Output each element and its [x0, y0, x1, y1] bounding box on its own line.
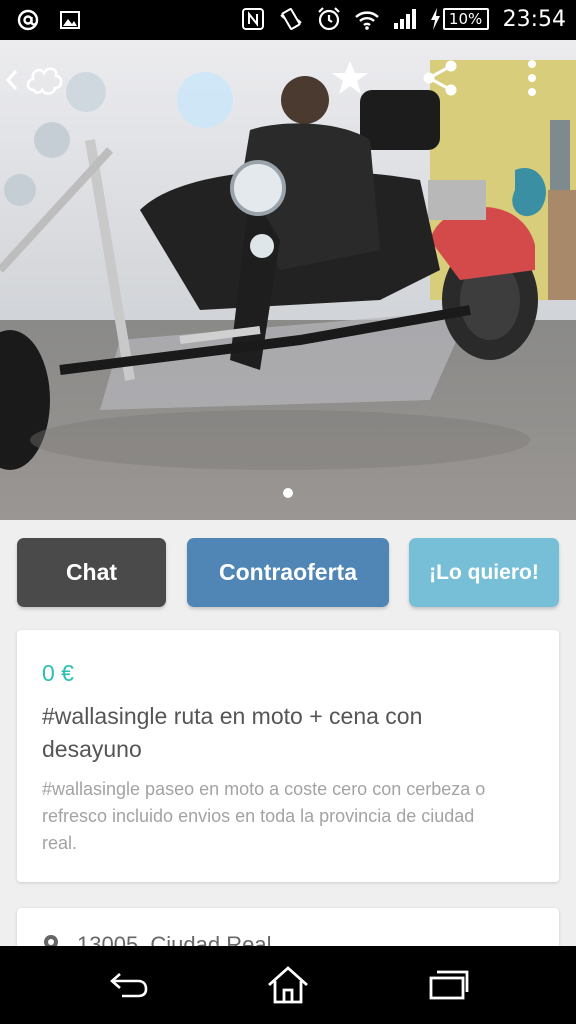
nav-home-button[interactable]	[264, 964, 312, 1006]
status-bar: 10% 23:54	[0, 0, 576, 40]
back-arrow-icon	[5, 70, 18, 90]
product-photo-carousel[interactable]	[0, 40, 576, 520]
nfc-icon	[239, 5, 267, 33]
battery-level: 10%	[448, 10, 483, 28]
recent-apps-icon	[429, 970, 469, 1000]
back-icon	[110, 973, 148, 998]
more-options-button[interactable]	[512, 58, 552, 102]
product-title: #wallasingle ruta en moto + cena con des…	[42, 703, 423, 762]
app-logo-icon	[26, 67, 63, 95]
counteroffer-button[interactable]: Contraoferta	[187, 538, 389, 607]
more-vert-icon	[528, 60, 536, 96]
star-icon	[332, 61, 368, 94]
vibrate-icon	[277, 5, 305, 33]
home-icon	[268, 966, 308, 1004]
carousel-dot-active[interactable]	[283, 488, 293, 498]
share-icon	[423, 60, 457, 96]
want-it-button[interactable]: ¡Lo quiero!	[409, 538, 559, 607]
wifi-icon	[353, 5, 381, 33]
back-button[interactable]	[4, 56, 68, 104]
battery-icon: 10%	[442, 8, 489, 30]
battery-indicator: 10%	[429, 7, 489, 31]
image-icon	[56, 6, 84, 34]
carousel-indicator	[0, 488, 576, 498]
product-details-card: 0 € #wallasingle ruta en moto + cena con…	[17, 630, 559, 882]
favorite-button[interactable]	[330, 58, 374, 102]
clock: 23:54	[502, 6, 566, 32]
product-description: #wallasingle paseo en moto a coste cero …	[42, 779, 486, 853]
chat-button[interactable]: Chat	[17, 538, 166, 607]
hero-toolbar	[0, 40, 576, 120]
product-price: 0 €	[42, 660, 74, 686]
nav-back-button[interactable]	[104, 964, 152, 1006]
nav-recent-apps-button[interactable]	[424, 964, 472, 1006]
charging-icon	[430, 8, 440, 30]
at-sign-icon	[14, 6, 42, 34]
alarm-icon	[315, 5, 343, 33]
signal-icon	[391, 5, 419, 33]
navigation-bar	[0, 946, 576, 1024]
share-button[interactable]	[420, 58, 464, 102]
